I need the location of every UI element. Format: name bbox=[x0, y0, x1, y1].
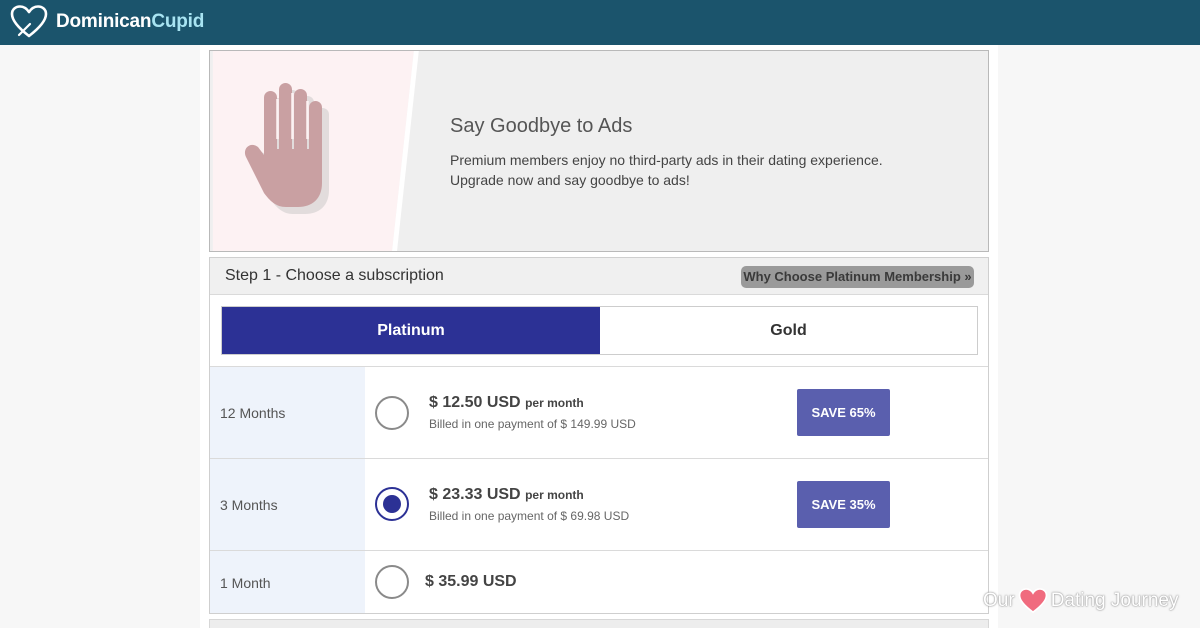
watermark: Our Dating Journey bbox=[983, 588, 1178, 614]
tab-gold[interactable]: Gold bbox=[600, 307, 977, 354]
plan-price: $ 12.50 USD per month bbox=[429, 394, 584, 411]
ad-free-banner: Say Goodbye to Ads Premium members enjoy… bbox=[209, 50, 989, 252]
plan-row-3-months[interactable]: 3 Months $ 23.33 USD per month Billed in… bbox=[210, 458, 988, 550]
membership-tabs: Platinum Gold bbox=[221, 306, 978, 355]
plan-duration: 1 Month bbox=[210, 551, 365, 613]
save-badge-3-months[interactable]: SAVE 35% bbox=[797, 481, 890, 528]
plan-billed-note: Billed in one payment of $ 69.98 USD bbox=[429, 509, 630, 523]
plan-radio-3-months[interactable] bbox=[375, 487, 409, 521]
plan-duration: 12 Months bbox=[210, 367, 365, 458]
banner-description: Premium members enjoy no third-party ads… bbox=[450, 152, 883, 188]
step-title: Step 1 - Choose a subscription bbox=[225, 267, 444, 284]
heart-icon bbox=[1018, 588, 1047, 614]
raised-hand-icon bbox=[244, 83, 329, 214]
heart-outline-icon bbox=[10, 5, 48, 38]
save-badge-12-months[interactable]: SAVE 65% bbox=[797, 389, 890, 436]
brand-name: DominicanCupid bbox=[56, 11, 205, 32]
plan-radio-1-month[interactable] bbox=[375, 565, 409, 599]
subscription-panel: Step 1 - Choose a subscription Why Choos… bbox=[209, 257, 989, 614]
why-choose-platinum-button[interactable]: Why Choose Platinum Membership » bbox=[741, 266, 974, 288]
brand-logo[interactable]: DominicanCupid bbox=[10, 4, 204, 40]
plan-price: $ 35.99 USD bbox=[425, 573, 517, 590]
banner-title: Say Goodbye to Ads bbox=[450, 115, 633, 137]
top-header-bar: DominicanCupid bbox=[0, 0, 1200, 45]
plan-billed-note: Billed in one payment of $ 149.99 USD bbox=[429, 417, 636, 431]
main-content: Say Goodbye to Ads Premium members enjoy… bbox=[200, 45, 998, 628]
plan-row-12-months[interactable]: 12 Months $ 12.50 USD per month Billed i… bbox=[210, 366, 988, 458]
plan-radio-12-months[interactable] bbox=[375, 396, 409, 430]
plan-duration: 3 Months bbox=[210, 459, 365, 550]
subscription-panel-header: Step 1 - Choose a subscription Why Choos… bbox=[210, 258, 988, 295]
plan-row-1-month[interactable]: 1 Month $ 35.99 USD bbox=[210, 550, 988, 613]
tab-platinum[interactable]: Platinum bbox=[222, 307, 600, 354]
next-step-panel-edge bbox=[209, 619, 989, 628]
plan-price: $ 23.33 USD per month bbox=[429, 486, 584, 503]
